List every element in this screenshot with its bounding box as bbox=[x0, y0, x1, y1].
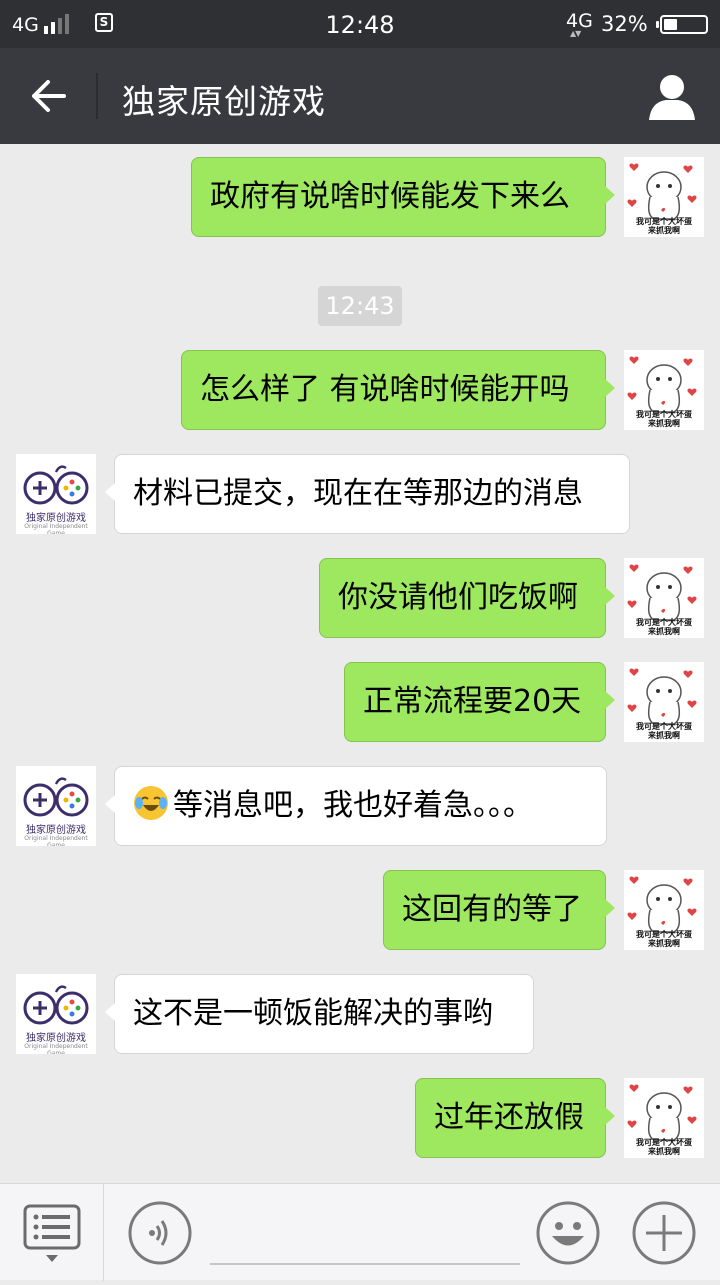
avatar-logo-subtext: Original Independent Game bbox=[24, 835, 88, 846]
avatar-logo-text: 独家原创游戏 bbox=[26, 825, 86, 836]
avatar-logo-subtext: Original Independent Game bbox=[24, 1043, 88, 1054]
contact-avatar[interactable]: 独家原创游戏 Original Independent Game bbox=[16, 766, 96, 846]
keyboard-menu-icon bbox=[23, 1204, 81, 1262]
status-bar: 4G S 12:48 4G ▲▼ 32% bbox=[0, 0, 720, 48]
message-text: 这回有的等了 bbox=[402, 892, 582, 927]
message-text: 材料已提交，现在在等那边的消息 bbox=[133, 476, 583, 511]
person-icon bbox=[649, 75, 695, 120]
avatar-logo-text: 独家原创游戏 bbox=[26, 1033, 86, 1044]
incoming-message-bubble[interactable]: 材料已提交，现在在等那边的消息 bbox=[105, 454, 630, 534]
my-avatar[interactable]: 我可是个大坏蛋 来抓我啊 bbox=[624, 1078, 704, 1158]
incoming-message-bubble[interactable]: 等消息吧，我也好着急。。。 bbox=[105, 766, 607, 846]
outgoing-message-bubble[interactable]: 政府有说啥时候能发下来么 bbox=[191, 157, 615, 237]
outgoing-message-bubble[interactable]: 你没请他们吃饭啊 bbox=[319, 558, 615, 638]
my-avatar[interactable]: 我可是个大坏蛋 来抓我啊 bbox=[624, 870, 704, 950]
message-timestamp: 12:43 bbox=[318, 286, 402, 326]
avatar-logo-text: 独家原创游戏 bbox=[26, 513, 86, 524]
message-text: 等消息吧，我也好着急。。。 bbox=[173, 788, 533, 823]
outgoing-message-bubble[interactable]: 怎么样了 有说啥时候能开吗 bbox=[181, 350, 615, 430]
message-text: 正常流程要20天 bbox=[363, 684, 582, 719]
avatar-caption: 我可是个大坏蛋 来抓我啊 bbox=[636, 618, 692, 636]
avatar-caption: 我可是个大坏蛋 来抓我啊 bbox=[636, 1138, 692, 1156]
chat-header: 独家原创游戏 bbox=[0, 48, 720, 144]
chat-info-button[interactable] bbox=[646, 70, 698, 124]
voice-icon bbox=[128, 1201, 192, 1265]
my-avatar[interactable]: 我可是个大坏蛋 来抓我啊 bbox=[624, 558, 704, 638]
menu-toggle-button[interactable] bbox=[0, 1184, 104, 1281]
message-text: 你没请他们吃饭啊 bbox=[338, 580, 578, 615]
avatar-logo-subtext: Original Independent Game bbox=[24, 523, 88, 534]
more-button[interactable] bbox=[632, 1201, 696, 1265]
back-button[interactable] bbox=[22, 72, 76, 120]
contact-avatar[interactable]: 独家原创游戏 Original Independent Game bbox=[16, 974, 96, 1054]
message-text: 政府有说啥时候能发下来么 bbox=[210, 179, 570, 214]
avatar-caption: 我可是个大坏蛋 来抓我啊 bbox=[636, 217, 692, 235]
avatar-caption: 我可是个大坏蛋 来抓我啊 bbox=[636, 722, 692, 740]
battery-icon bbox=[656, 15, 708, 34]
data-activity-icon: ▲▼ bbox=[570, 29, 581, 38]
contact-avatar[interactable]: 独家原创游戏 Original Independent Game bbox=[16, 454, 96, 534]
avatar-caption: 我可是个大坏蛋 来抓我啊 bbox=[636, 410, 692, 428]
outgoing-message-bubble[interactable]: 过年还放假 bbox=[415, 1078, 615, 1158]
chat-title: 独家原创游戏 bbox=[122, 82, 326, 121]
header-divider bbox=[96, 73, 98, 119]
my-avatar[interactable]: 我可是个大坏蛋 来抓我啊 bbox=[624, 350, 704, 430]
emoji-button[interactable] bbox=[536, 1201, 600, 1265]
message-text: 过年还放假 bbox=[434, 1100, 584, 1135]
voice-button[interactable] bbox=[128, 1201, 192, 1265]
smiley-icon bbox=[536, 1201, 600, 1265]
crying-laughing-emoji-icon bbox=[133, 773, 169, 820]
incoming-message-bubble[interactable]: 这不是一顿饭能解决的事哟 bbox=[105, 974, 534, 1054]
my-avatar[interactable]: 我可是个大坏蛋 来抓我啊 bbox=[624, 662, 704, 742]
message-text: 怎么样了 有说啥时候能开吗 bbox=[200, 372, 570, 407]
input-bar bbox=[0, 1183, 720, 1281]
my-avatar[interactable]: 我可是个大坏蛋 来抓我啊 bbox=[624, 157, 704, 237]
plus-icon bbox=[632, 1201, 696, 1265]
battery-percent: 32% bbox=[601, 12, 648, 36]
outgoing-message-bubble[interactable]: 这回有的等了 bbox=[383, 870, 615, 950]
message-input[interactable] bbox=[210, 1263, 520, 1265]
avatar-caption: 我可是个大坏蛋 来抓我啊 bbox=[636, 930, 692, 948]
message-text: 这不是一顿饭能解决的事哟 bbox=[133, 996, 493, 1031]
outgoing-message-bubble[interactable]: 正常流程要20天 bbox=[344, 662, 615, 742]
arrow-left-icon bbox=[32, 80, 66, 112]
